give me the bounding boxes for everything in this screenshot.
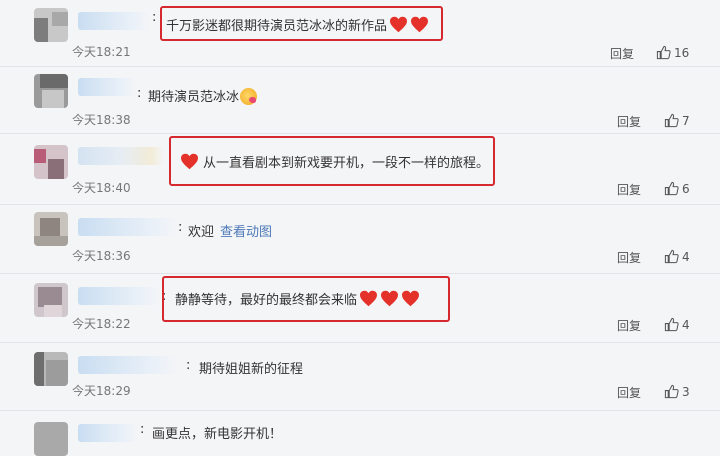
comment-time: 今天18:21 [72,45,131,59]
avatar[interactable] [34,145,68,179]
like-button[interactable]: 3 [664,384,690,399]
reply-button[interactable]: 回复 [617,317,641,334]
comment-time: 今天18:40 [72,181,131,195]
avatar[interactable] [34,422,68,456]
comment-text: 期待姐姐新的征程 [199,362,304,377]
comment-text: 从一直看剧本到新戏要开机，一段不一样的旅程。 [180,152,489,171]
red-heart-icon [402,290,420,307]
like-button[interactable]: 16 [656,45,689,60]
name-colon: : [178,220,183,235]
reply-button[interactable]: 回复 [617,384,641,401]
view-animated-image-link[interactable]: 查看动图 [220,225,272,240]
comment-item: : 千万影迷都很期待演员范冰冰的新作品 今天18:21 回复 16 [0,0,720,67]
red-heart-icon [381,290,399,307]
like-button[interactable]: 6 [664,181,690,196]
thumbs-up-icon [656,45,671,60]
comment-text: 画更点，新电影开机！ [152,427,283,442]
comment-item: : 期待姐姐新的征程 今天18:29 回复 3 [0,342,720,411]
username-blurred[interactable] [78,424,138,442]
comment-item: 从一直看剧本到新戏要开机，一段不一样的旅程。 今天18:40 回复 6 [0,133,720,205]
comment-item: : 画更点，新电影开机！ [0,410,720,456]
username-blurred[interactable] [78,356,178,374]
username-blurred[interactable] [78,78,136,96]
red-heart-icon [360,290,378,307]
comment-text: 静静等待，最好的最终都会来临 [175,289,420,308]
avatar[interactable] [34,283,68,317]
name-colon: : [137,86,142,101]
like-count: 3 [682,385,690,399]
like-count: 4 [682,250,690,264]
like-button[interactable]: 7 [664,113,690,128]
like-button[interactable]: 4 [664,249,690,264]
like-count: 6 [682,182,690,196]
name-colon: : [152,10,157,25]
avatar[interactable] [34,212,68,246]
avatar[interactable] [34,74,68,108]
comment-text: 欢迎 查看动图 [188,225,273,240]
thumbs-up-icon [664,384,679,399]
thumbs-up-icon [664,113,679,128]
comment-item: : 欢迎 查看动图 今天18:36 回复 4 [0,204,720,274]
username-blurred[interactable] [78,287,160,305]
like-button[interactable]: 4 [664,317,690,332]
comment-text: 千万影迷都很期待演员范冰冰的新作品 [166,15,429,34]
like-count: 7 [682,114,690,128]
comment-item: : 期待演员范冰冰 今天18:38 回复 7 [0,66,720,134]
thumbs-up-icon [664,249,679,264]
name-colon: : [162,289,167,304]
red-heart-icon [411,16,429,33]
red-heart-icon [390,16,408,33]
comment-item: : 静静等待，最好的最终都会来临 今天18:22 回复 4 [0,273,720,343]
like-count: 16 [674,46,690,60]
reply-button[interactable]: 回复 [617,249,641,266]
comment-time: 今天18:22 [72,317,131,331]
username-blurred[interactable] [78,218,178,236]
comment-time: 今天18:36 [72,249,131,263]
red-heart-icon [181,153,198,170]
comment-text: 期待演员范冰冰 [148,86,258,105]
username-blurred[interactable] [78,12,150,30]
like-count: 4 [682,318,690,332]
comment-time: 今天18:38 [72,113,131,127]
reply-button[interactable]: 回复 [617,181,641,198]
avatar[interactable] [34,352,68,386]
avatar[interactable] [34,8,68,42]
name-colon: : [186,358,191,373]
thumbs-up-icon [664,317,679,332]
blushing-face-icon [240,88,258,105]
username-blurred[interactable] [78,147,164,165]
reply-button[interactable]: 回复 [610,45,634,62]
comment-time: 今天18:29 [72,384,131,398]
reply-button[interactable]: 回复 [617,113,641,130]
name-colon: : [140,422,145,437]
thumbs-up-icon [664,181,679,196]
